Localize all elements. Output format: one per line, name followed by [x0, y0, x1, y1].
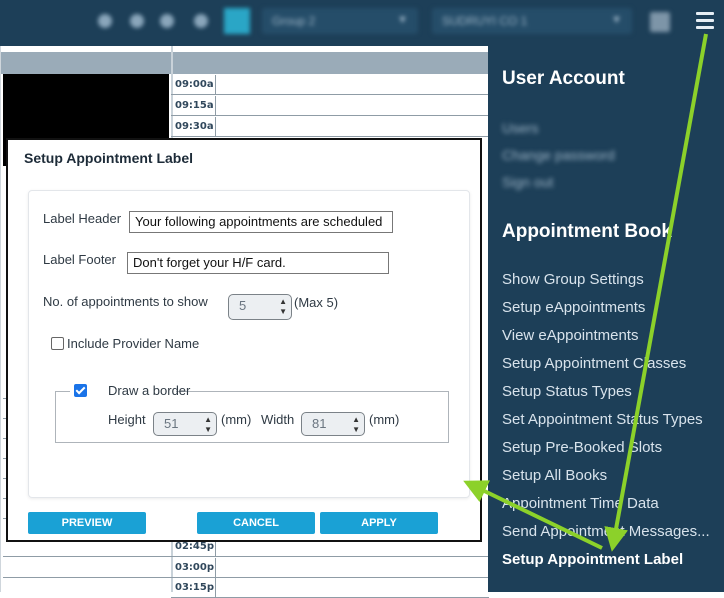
label-header-input[interactable]: Your following appointments are schedule…: [129, 211, 393, 233]
sidebar-item-setup-appointment-classes[interactable]: Setup Appointment Classes: [502, 355, 686, 372]
provider-select[interactable]: SUDRUYI CO 1 ▼: [432, 8, 632, 34]
top-toolbar: Group 2 ▼ SUDRUYI CO 1 ▼: [0, 0, 724, 46]
toolbar-icon-2[interactable]: [130, 14, 144, 28]
draw-border-checkbox[interactable]: [74, 384, 87, 397]
group-select[interactable]: Group 2 ▼: [262, 8, 418, 34]
apply-button[interactable]: APPLY: [320, 512, 438, 534]
width-stepper[interactable]: 81 ▲ ▼: [301, 412, 365, 436]
width-label: Width: [261, 412, 295, 427]
draw-border-label: Draw a border: [108, 383, 191, 398]
label-footer-input[interactable]: Don't forget your H/F card.: [127, 252, 389, 274]
stepper-arrows-icon[interactable]: ▲ ▼: [279, 297, 287, 317]
setup-appointment-label-dialog: Setup Appointment Label Label Header You…: [6, 138, 482, 542]
sidebar-item-view-eappointments[interactable]: View eAppointments: [502, 327, 638, 344]
height-value: 51: [164, 416, 179, 431]
sidebar-item-show-group-settings[interactable]: Show Group Settings: [502, 271, 644, 288]
dialog-title: Setup Appointment Label: [24, 150, 194, 166]
chevron-down-icon: ▼: [397, 14, 408, 26]
border-fieldset: Draw a border Height 51 ▲ ▼ (mm) Width 81…: [55, 382, 449, 443]
chevron-down-icon: ▼: [611, 14, 622, 26]
num-appointments-value: 5: [239, 298, 247, 313]
include-provider-label: Include Provider Name: [67, 336, 200, 351]
stepper-arrows-icon[interactable]: ▲ ▼: [352, 415, 360, 435]
time-row[interactable]: 03:00p: [171, 557, 489, 578]
user-account-heading: User Account: [502, 68, 625, 89]
time-label: 09:30a: [171, 117, 216, 136]
num-appointments-label: No. of appointments to show: [43, 294, 208, 309]
width-value: 81: [312, 416, 327, 431]
toolbar-icon-1[interactable]: [98, 14, 112, 28]
time-label: 09:15a: [171, 96, 216, 115]
sidebar-item-setup-eappointments[interactable]: Setup eAppointments: [502, 299, 645, 316]
sidebar-item-setup-appointment-label[interactable]: Setup Appointment Label: [502, 551, 683, 568]
sidebar-item-sign-out[interactable]: Sign out: [502, 174, 553, 190]
preview-button[interactable]: PREVIEW: [28, 512, 146, 534]
calendar-header: [1, 52, 489, 74]
sidebar-item-set-appointment-status-types[interactable]: Set Appointment Status Types: [502, 411, 703, 428]
num-appointments-stepper[interactable]: 5 ▲ ▼: [228, 294, 292, 320]
time-row[interactable]: 03:15p: [171, 577, 489, 598]
height-label: Height: [108, 412, 146, 427]
sidebar-menu: User Account Users Change password Sign …: [488, 46, 724, 592]
time-row[interactable]: 09:30a: [171, 116, 489, 137]
sidebar-item-appointment-time-data[interactable]: Appointment Time Data: [502, 495, 659, 512]
hamburger-menu-icon[interactable]: [696, 12, 714, 30]
height-unit: (mm): [221, 412, 252, 427]
provider-select-value: SUDRUYI CO 1: [442, 14, 528, 28]
group-select-value: Group 2: [272, 14, 316, 28]
label-settings-panel: Label Header Your following appointments…: [28, 190, 470, 498]
stepper-arrows-icon[interactable]: ▲ ▼: [204, 415, 212, 435]
label-header-label: Label Header: [43, 211, 122, 226]
sidebar-item-setup-pre-booked-slots[interactable]: Setup Pre-Booked Slots: [502, 439, 662, 456]
cancel-button[interactable]: CANCEL: [197, 512, 315, 534]
time-row[interactable]: 09:00a: [171, 74, 489, 95]
include-provider-checkbox[interactable]: [51, 337, 64, 350]
time-row[interactable]: 09:15a: [171, 95, 489, 116]
sidebar-item-change-password[interactable]: Change password: [502, 147, 615, 163]
fieldset-legend: Draw a border: [70, 382, 190, 400]
sidebar-item-setup-all-books[interactable]: Setup All Books: [502, 467, 607, 484]
width-unit: (mm): [369, 412, 400, 427]
appointment-book-heading: Appointment Book: [502, 221, 672, 242]
toolbar-icon-3[interactable]: [160, 14, 174, 28]
max-note: (Max 5): [294, 295, 339, 310]
sidebar-item-setup-status-types[interactable]: Setup Status Types: [502, 383, 632, 400]
label-footer-label: Label Footer: [43, 252, 116, 267]
calendar-icon[interactable]: [224, 8, 250, 34]
toolbar-icon-4[interactable]: [194, 14, 208, 28]
time-label: 09:00a: [171, 75, 216, 94]
time-label: 03:15p: [171, 578, 216, 597]
time-label: 03:00p: [171, 558, 216, 577]
height-stepper[interactable]: 51 ▲ ▼: [153, 412, 217, 436]
sidebar-item-send-appointment-messages[interactable]: Send Appointment Messages...: [502, 523, 710, 540]
exit-icon[interactable]: [650, 12, 670, 32]
sidebar-item-users[interactable]: Users: [502, 120, 539, 136]
